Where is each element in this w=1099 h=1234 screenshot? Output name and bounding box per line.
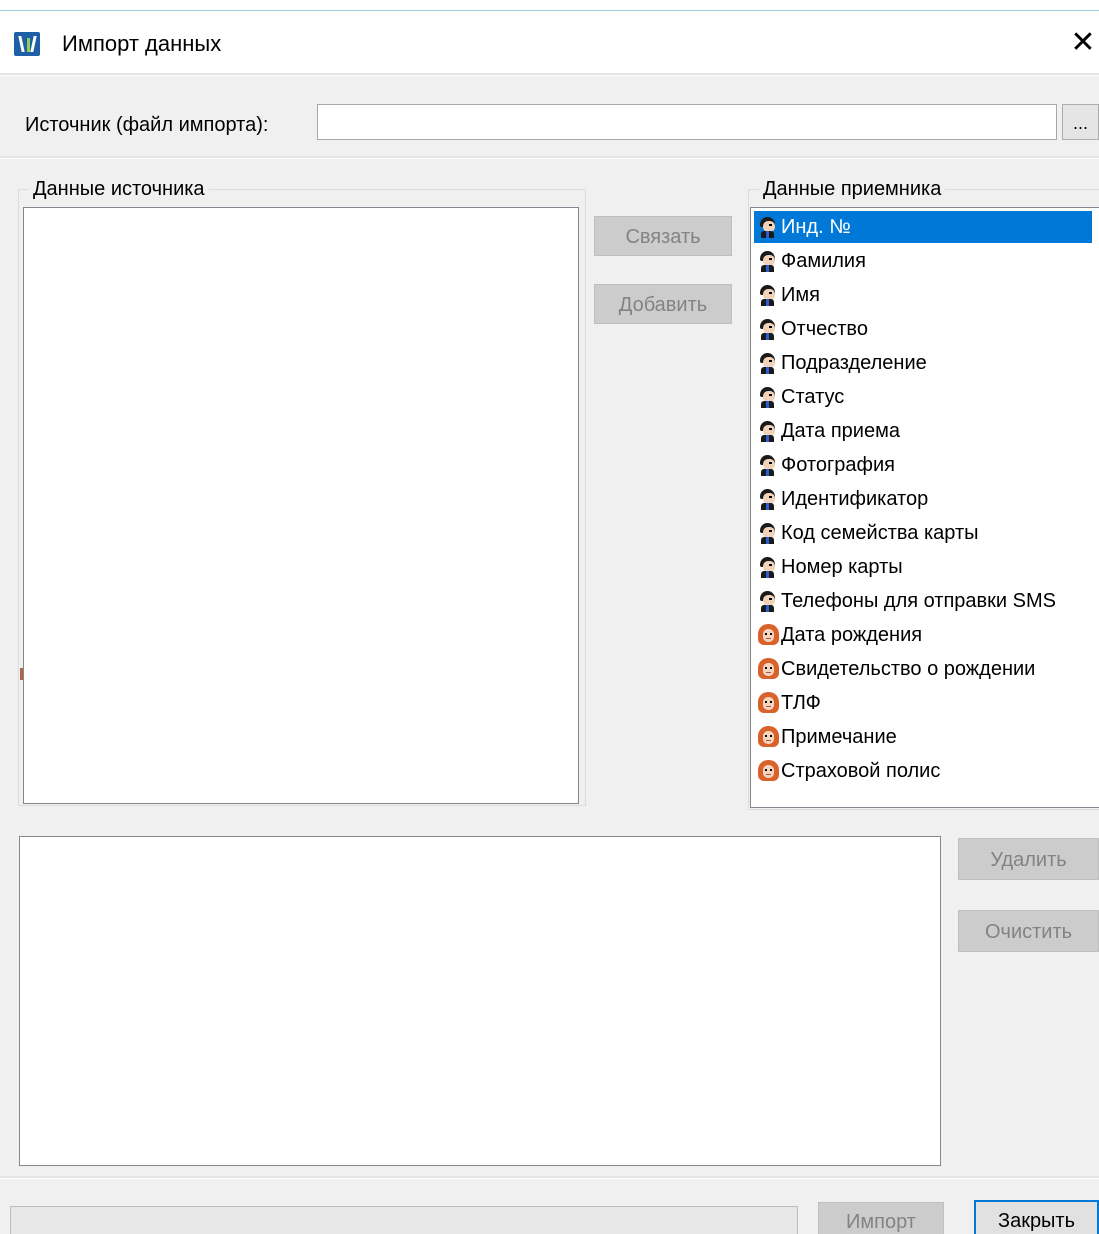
person-female-icon: [758, 726, 779, 748]
dest-list-item-label: Статус: [781, 386, 845, 408]
dest-list-item[interactable]: Статус: [754, 381, 1092, 413]
person-male-icon: [758, 386, 778, 408]
source-file-input[interactable]: [317, 104, 1057, 140]
window-top-border: [0, 0, 1099, 11]
dest-list-item-label: Фотография: [781, 454, 895, 476]
clear-button[interactable]: Очистить: [958, 910, 1099, 952]
import-data-dialog: Импорт данных ✕ Источник (файл импорта):…: [0, 0, 1099, 1234]
person-female-icon: [758, 658, 779, 680]
window-title: Импорт данных: [62, 31, 222, 56]
dest-list-item-label: Отчество: [781, 318, 868, 340]
dest-list-item-label: Имя: [781, 284, 820, 306]
dest-list-item-label: Свидетельство о рождении: [781, 658, 1036, 680]
dest-list-item-label: Инд. №: [781, 216, 851, 238]
dest-list-item-label: Код семейства карты: [781, 522, 979, 544]
add-button[interactable]: Добавить: [594, 284, 732, 324]
dest-list-item-label: Дата рождения: [781, 624, 923, 646]
person-male-icon: [758, 488, 778, 510]
title-separator: [0, 73, 1099, 76]
dest-list-item[interactable]: Примечание: [754, 721, 1092, 753]
dest-list-item[interactable]: Фамилия: [754, 245, 1092, 277]
close-icon[interactable]: ✕: [1068, 26, 1098, 60]
dest-data-legend: Данные приемника: [763, 178, 942, 200]
dest-list-item[interactable]: Страховой полис: [754, 755, 1092, 787]
source-file-label: Источник (файл импорта):: [25, 114, 269, 136]
person-male-icon: [758, 216, 778, 238]
person-male-icon: [758, 556, 778, 578]
delete-button[interactable]: Удалить: [958, 838, 1099, 880]
person-male-icon: [758, 318, 778, 340]
dest-list-item-label: Страховой полис: [781, 760, 941, 782]
dest-list-item[interactable]: Дата приема: [754, 415, 1092, 447]
dest-list-item[interactable]: Идентификатор: [754, 483, 1092, 515]
dest-list-item[interactable]: Свидетельство о рождении: [754, 653, 1092, 685]
dest-list-item[interactable]: Дата рождения: [754, 619, 1092, 651]
app-logo-icon: [14, 32, 40, 56]
source-data-legend: Данные источника: [33, 178, 205, 200]
dest-list-item[interactable]: Подразделение: [754, 347, 1092, 379]
browse-button[interactable]: ...: [1062, 104, 1099, 140]
source-separator: [0, 156, 1099, 159]
mapping-list[interactable]: [19, 836, 941, 1166]
dest-list-item-label: Дата приема: [781, 420, 900, 442]
dest-list-item-label: Фамилия: [781, 250, 866, 272]
person-male-icon: [758, 352, 778, 374]
dest-data-list[interactable]: Инд. № Фамилия Имя Отчество Подразделение Ста…: [750, 207, 1099, 808]
dest-list-item[interactable]: Код семейства карты: [754, 517, 1092, 549]
person-male-icon: [758, 284, 778, 306]
close-button[interactable]: Закрыть: [974, 1200, 1099, 1234]
person-female-icon: [758, 624, 779, 646]
person-male-icon: [758, 454, 778, 476]
dest-list-item[interactable]: Фотография: [754, 449, 1092, 481]
source-data-list[interactable]: [23, 207, 579, 804]
dest-list-item-label: Подразделение: [781, 352, 927, 374]
import-button[interactable]: Импорт: [818, 1202, 944, 1234]
dest-list-item[interactable]: Отчество: [754, 313, 1092, 345]
person-male-icon: [758, 420, 778, 442]
person-female-icon: [758, 692, 779, 714]
dest-list-item[interactable]: Номер карты: [754, 551, 1092, 583]
bottom-separator: [0, 1176, 1099, 1179]
dest-list-item[interactable]: ТЛФ: [754, 687, 1092, 719]
dest-list-item-label: Примечание: [781, 726, 897, 748]
status-field: [10, 1206, 798, 1234]
dest-list-item-label: Номер карты: [781, 556, 903, 578]
edge-artifact: [20, 668, 23, 680]
link-button[interactable]: Связать: [594, 216, 732, 256]
dest-list-item[interactable]: Телефоны для отправки SMS: [754, 585, 1092, 617]
person-male-icon: [758, 590, 778, 612]
dest-list-item-label: Телефоны для отправки SMS: [781, 590, 1056, 612]
dest-list-item-label: ТЛФ: [781, 692, 821, 714]
person-male-icon: [758, 250, 778, 272]
dest-list-item[interactable]: Имя: [754, 279, 1092, 311]
person-female-icon: [758, 760, 779, 782]
dest-list-item[interactable]: Инд. №: [754, 211, 1092, 243]
person-male-icon: [758, 522, 778, 544]
dest-list-item-label: Идентификатор: [781, 488, 929, 510]
